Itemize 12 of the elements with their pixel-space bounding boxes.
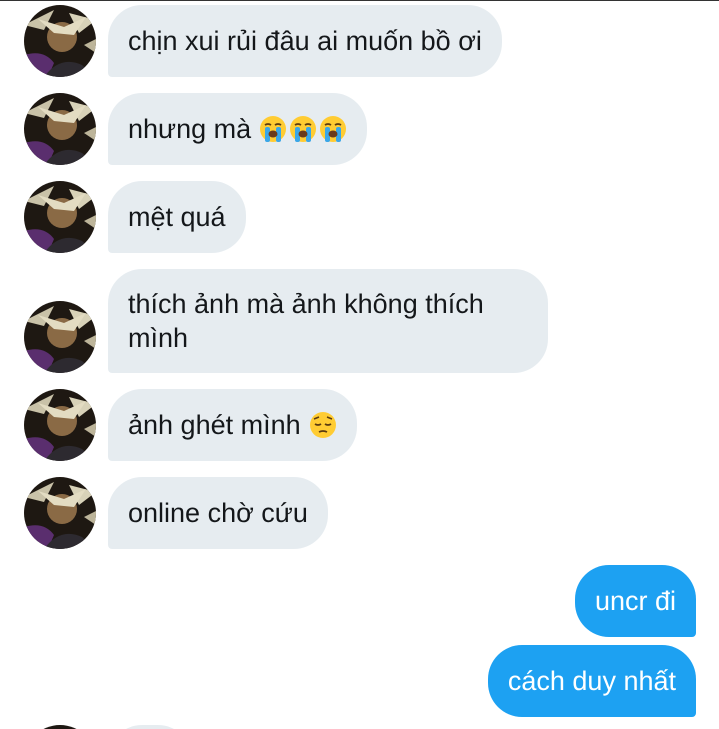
crying-face-icon [289,115,318,143]
message-text: nhưng mà [128,113,252,146]
message-text: uncr đi [594,585,676,618]
crying-face-icon [259,115,288,143]
message-text: cách duy nhất [508,665,676,698]
message-text: thích ảnh mà ảnh không thích mình [128,288,485,355]
message-text: ảnh ghét mình [128,409,301,442]
message-text: mệt quá [128,201,226,234]
pensive-face-icon [308,411,337,439]
message-text: online chờ cứu [128,497,308,530]
crying-face-icon [319,115,348,143]
message-text: chịn xui rủi đâu ai muốn bồ ơi [128,25,482,58]
